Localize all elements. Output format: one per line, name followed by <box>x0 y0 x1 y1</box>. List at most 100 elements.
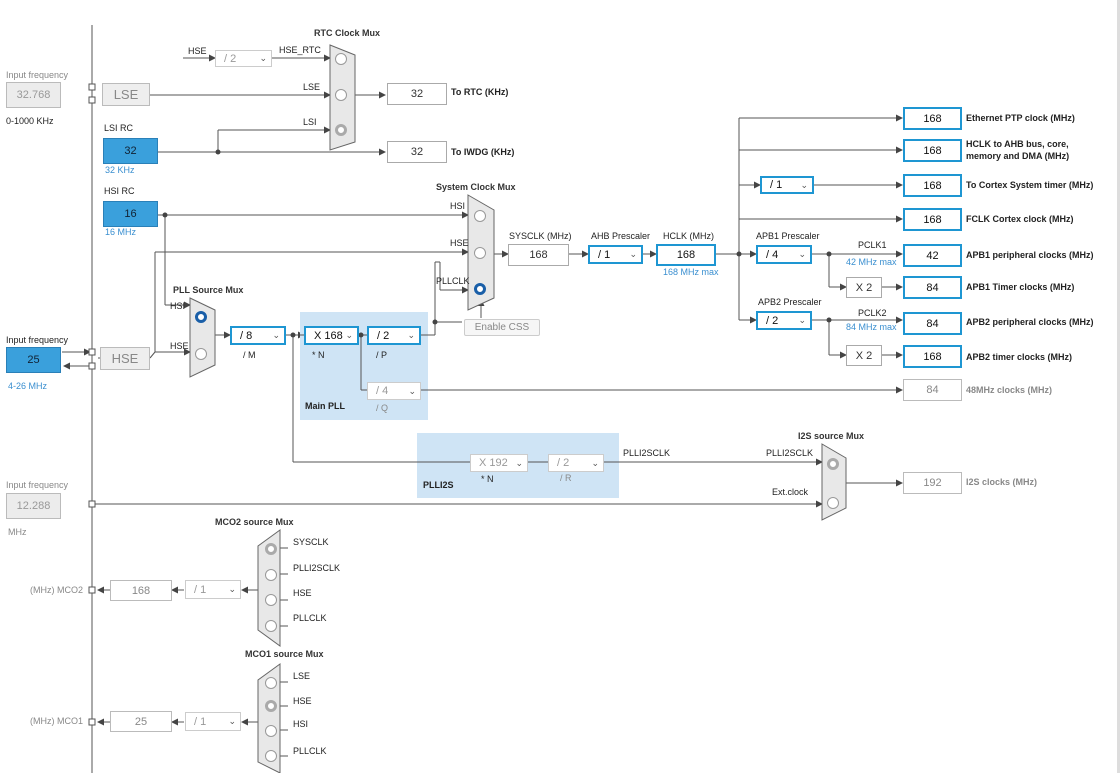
apb2-timer-label: APB2 timer clocks (MHz) <box>966 352 1073 362</box>
mco1-opt-lse-label: LSE <box>293 671 311 681</box>
sysclk-value[interactable]: 168 <box>508 244 569 266</box>
mco1-divider-select[interactable]: / 1 ⌄ <box>185 712 241 731</box>
ahb-prescaler-select[interactable]: / 1 ⌄ <box>588 245 643 264</box>
cortex-system-timer-value[interactable]: 168 <box>903 174 962 197</box>
pll-n-multiplier-select[interactable]: X 168 ⌄ <box>304 326 359 345</box>
lsi-rc-box[interactable]: 32 <box>103 138 158 164</box>
sysclk-title: SYSCLK (MHz) <box>509 231 572 241</box>
cortex-timer-divider-select[interactable]: / 1 ⌄ <box>760 176 814 194</box>
hse-source-box[interactable]: HSE <box>100 347 150 370</box>
i2s-source-mux-title: I2S source Mux <box>798 431 865 441</box>
pclk2-max-label: 84 MHz max <box>846 322 897 332</box>
mco1-hsi-radio[interactable] <box>265 725 277 737</box>
hsi-rc-title: HSI RC <box>104 186 135 196</box>
mco1-value[interactable]: 25 <box>110 711 172 732</box>
chevron-down-icon: ⌄ <box>408 385 416 396</box>
chevron-down-icon: ⌄ <box>591 457 599 468</box>
sysmux-pllclk-radio[interactable] <box>474 283 486 295</box>
i2s-mux-ext-clock-label: Ext.clock <box>772 487 809 497</box>
apb1-timer-value[interactable]: 84 <box>903 276 962 299</box>
cortex-system-timer-label: To Cortex System timer (MHz) <box>966 180 1094 190</box>
rtc-hse-rtc-label: HSE_RTC <box>279 45 321 55</box>
pll-src-hse-label: HSE <box>170 341 189 351</box>
to-rtc-value[interactable]: 32 <box>387 83 447 105</box>
pll-n-label: * N <box>312 350 325 360</box>
mco1-lse-radio[interactable] <box>265 677 277 689</box>
ethernet-ptp-clock-label: Ethernet PTP clock (MHz) <box>966 113 1075 123</box>
mco2-opt-hse-label: HSE <box>293 588 312 598</box>
rtc-mux-lse-radio[interactable] <box>335 89 347 101</box>
lsi-freq-label: 32 KHz <box>105 165 135 175</box>
rtc-mux-hse-radio[interactable] <box>335 53 347 65</box>
plli2s-r-label: / R <box>560 473 572 483</box>
mco2-divider-select[interactable]: / 1 ⌄ <box>185 580 241 599</box>
mco2-opt-plli2sclk-label: PLLI2SCLK <box>293 563 341 573</box>
to-iwdg-label: To IWDG (KHz) <box>451 147 515 157</box>
apb2-peripheral-value[interactable]: 84 <box>903 312 962 335</box>
48mhz-clock-value[interactable]: 84 <box>903 379 962 401</box>
sysmux-hse-radio[interactable] <box>474 247 486 259</box>
apb2-prescaler-value: / 2 <box>766 314 779 327</box>
hsi-freq-label: 16 MHz <box>105 227 137 237</box>
hse-input-frequency-label: Input frequency <box>6 335 69 345</box>
apb2-prescaler-title: APB2 Prescaler <box>758 297 822 307</box>
lse-source-box[interactable]: LSE <box>102 83 150 106</box>
i2s-mux-ext-clock-radio[interactable] <box>827 497 839 509</box>
hclk-ahb-value[interactable]: 168 <box>903 139 962 162</box>
mco2-hse-radio[interactable] <box>265 594 277 606</box>
pll-p-divider-select[interactable]: / 2 ⌄ <box>367 326 421 345</box>
mco2-opt-pllclk-label: PLLCLK <box>293 613 327 623</box>
mco1-hse-radio[interactable] <box>265 700 277 712</box>
i2s-mux-plli2sclk-radio[interactable] <box>827 458 839 470</box>
apb1-prescaler-value: / 4 <box>766 248 779 261</box>
pll-q-divider-select[interactable]: / 4 ⌄ <box>367 382 421 400</box>
i2s-ext-unit-label: MHz <box>8 527 27 537</box>
mco2-value[interactable]: 168 <box>110 580 172 601</box>
mco2-plli2sclk-radio[interactable] <box>265 569 277 581</box>
pll-src-hse-radio[interactable] <box>195 348 207 360</box>
pll-src-hsi-radio[interactable] <box>195 311 207 323</box>
pll-p-value: / 2 <box>377 329 390 342</box>
hclk-ahb-label-line2: memory and DMA (MHz) <box>966 151 1070 161</box>
rtc-mux-lsi-radio[interactable] <box>335 124 347 136</box>
pclk2-label: PCLK2 <box>858 308 887 318</box>
plli2s-panel-label: PLLI2S <box>423 480 454 490</box>
fclk-cortex-label: FCLK Cortex clock (MHz) <box>966 214 1074 224</box>
i2s-clock-value[interactable]: 192 <box>903 472 962 494</box>
to-rtc-label: To RTC (KHz) <box>451 87 509 97</box>
pll-source-mux-title: PLL Source Mux <box>173 285 244 295</box>
i2s-ext-input-frequency-field[interactable]: 12.288 <box>6 493 61 519</box>
hclk-max-label: 168 MHz max <box>663 267 719 277</box>
rtc-hse-label: HSE <box>188 46 207 56</box>
hclk-value[interactable]: 168 <box>656 244 716 266</box>
fclk-cortex-value[interactable]: 168 <box>903 208 962 231</box>
apb2-prescaler-select[interactable]: / 2 ⌄ <box>756 311 812 330</box>
mco1-divider-value: / 1 <box>194 715 207 728</box>
sysmux-hsi-radio[interactable] <box>474 210 486 222</box>
mco1-pllclk-radio[interactable] <box>265 750 277 762</box>
pll-m-label: / M <box>243 350 256 360</box>
ethernet-ptp-clock-value[interactable]: 168 <box>903 107 962 130</box>
plli2s-r-divider-select[interactable]: / 2 ⌄ <box>548 454 604 472</box>
hsi-rc-box[interactable]: 16 <box>103 201 158 227</box>
cortex-timer-divider-value: / 1 <box>770 179 783 191</box>
pll-m-divider-select[interactable]: / 8 ⌄ <box>230 326 286 345</box>
rtc-hse-divider-value: / 2 <box>224 52 237 65</box>
sysmux-hsi-label: HSI <box>450 201 466 211</box>
hse-input-frequency-field[interactable]: 25 <box>6 347 61 373</box>
plli2s-n-multiplier-select[interactable]: X 192 ⌄ <box>470 454 528 472</box>
apb2-timer-value[interactable]: 168 <box>903 345 962 368</box>
pclk1-max-label: 42 MHz max <box>846 257 897 267</box>
apb1-peripheral-value[interactable]: 42 <box>903 244 962 267</box>
hclk-title: HCLK (MHz) <box>663 231 714 241</box>
mco2-opt-sysclk-label: SYSCLK <box>293 537 329 547</box>
sysmux-hse-label: HSE <box>450 238 469 248</box>
mco2-sysclk-radio[interactable] <box>265 543 277 555</box>
lse-input-frequency-field[interactable]: 32.768 <box>6 82 61 108</box>
enable-css-button[interactable]: Enable CSS <box>464 319 540 336</box>
ahb-prescaler-value: / 1 <box>598 248 611 261</box>
rtc-hse-divider-select[interactable]: / 2 ⌄ <box>215 50 272 67</box>
apb1-prescaler-select[interactable]: / 4 ⌄ <box>756 245 812 264</box>
mco2-pllclk-radio[interactable] <box>265 620 277 632</box>
to-iwdg-value[interactable]: 32 <box>387 141 447 163</box>
